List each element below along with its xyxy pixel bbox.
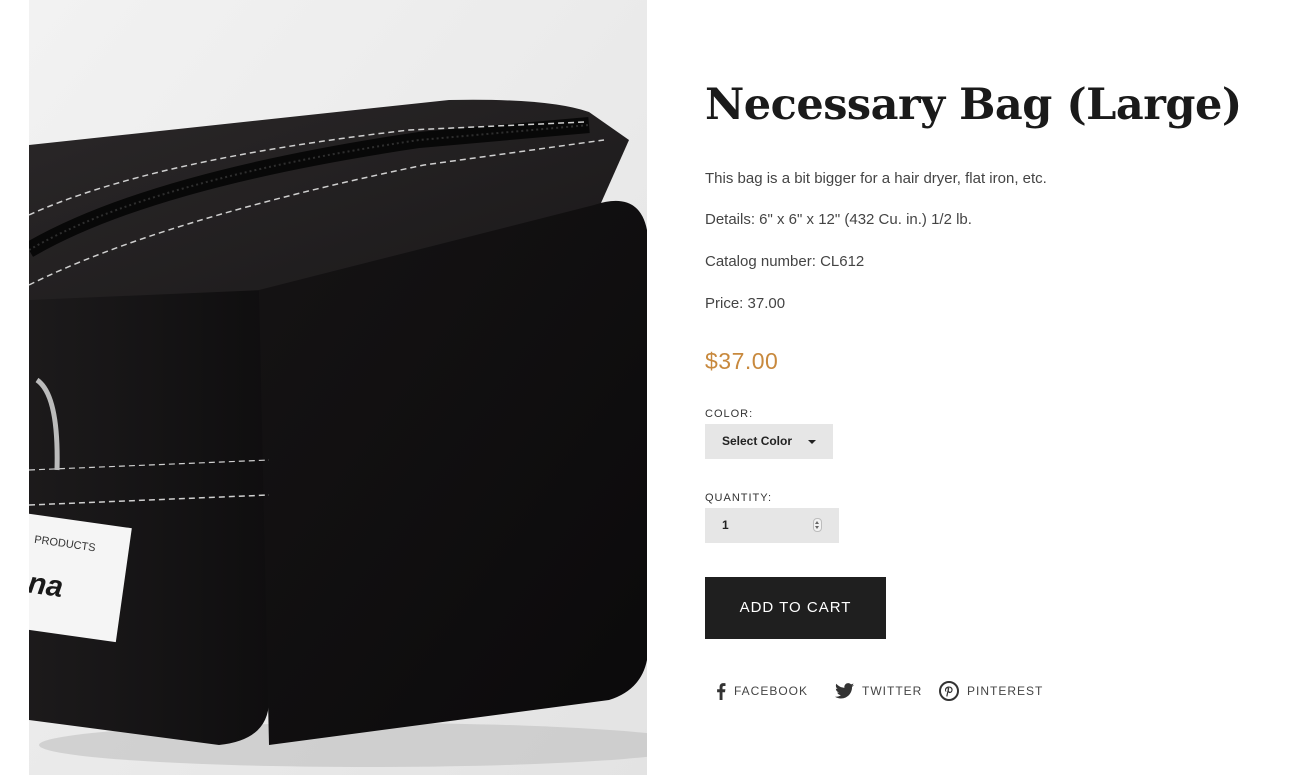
- quantity-stepper[interactable]: 1: [705, 508, 839, 543]
- product-photo: PRODUCTS na: [29, 0, 647, 775]
- chevron-down-icon: [808, 440, 816, 444]
- share-twitter-label: TWITTER: [862, 684, 923, 698]
- color-label: COLOR:: [705, 408, 754, 420]
- share-facebook-link[interactable]: FACEBOOK: [716, 681, 808, 701]
- color-select[interactable]: Select Color: [705, 424, 833, 459]
- twitter-icon: [835, 683, 854, 699]
- share-pinterest-label: PINTEREST: [967, 684, 1044, 698]
- spinner-icon[interactable]: [813, 518, 822, 532]
- product-price-line: Price: 37.00: [705, 295, 786, 312]
- product-description-line: This bag is a bit bigger for a hair drye…: [705, 170, 1047, 187]
- quantity-value: 1: [722, 518, 729, 532]
- product-catalog-line: Catalog number: CL612: [705, 253, 865, 270]
- product-price: $37.00: [705, 348, 779, 374]
- product-details-line: Details: 6" x 6" x 12" (432 Cu. in.) 1/2…: [705, 211, 972, 228]
- product-title: Necessary Bag (Large): [705, 80, 1242, 130]
- pinterest-icon: [939, 681, 959, 701]
- share-facebook-label: FACEBOOK: [734, 684, 809, 698]
- add-to-cart-button[interactable]: ADD TO CART: [705, 577, 886, 639]
- share-twitter-link[interactable]: TWITTER: [835, 681, 922, 701]
- share-pinterest-link[interactable]: PINTEREST: [939, 681, 1043, 701]
- bag-photo-illustration: PRODUCTS na: [29, 0, 647, 775]
- quantity-label: QUANTITY:: [705, 492, 773, 504]
- svg-text:na: na: [29, 567, 65, 605]
- facebook-icon: [717, 682, 726, 700]
- color-select-value: Select Color: [722, 434, 793, 448]
